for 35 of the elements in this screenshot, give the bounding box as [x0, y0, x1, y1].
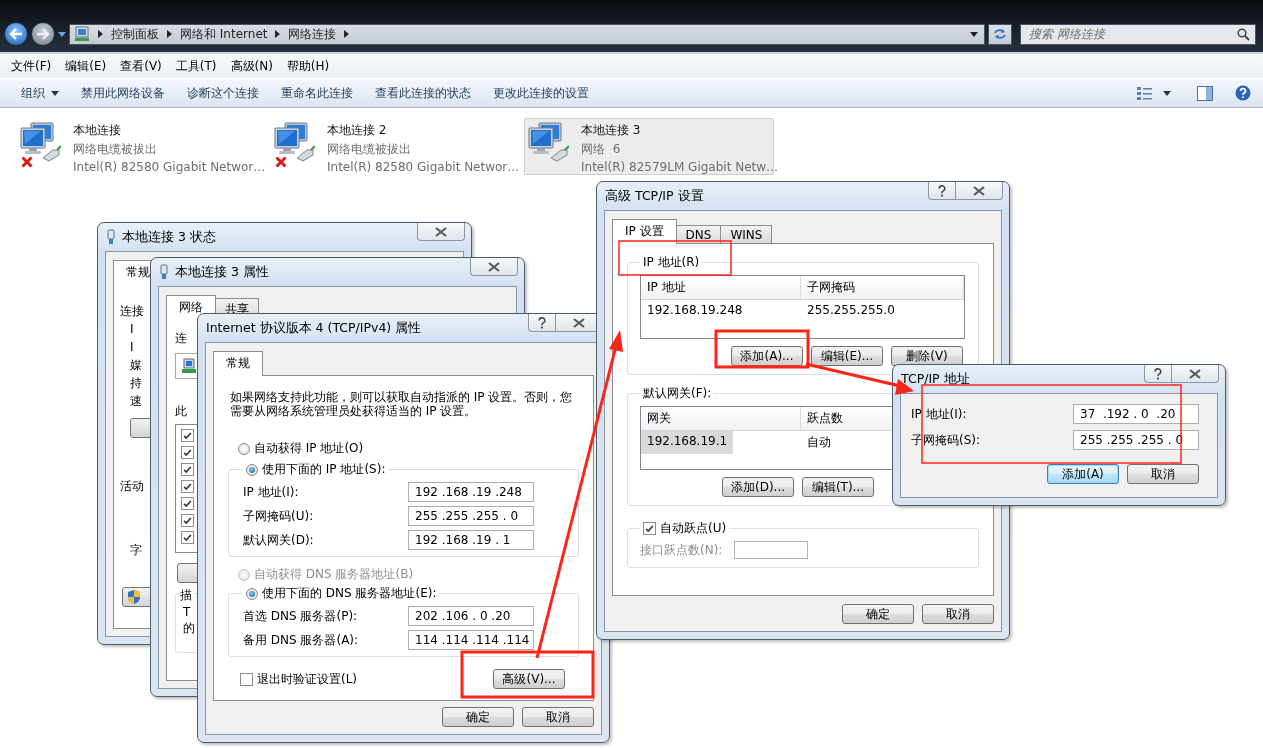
window-title: 高级 TCP/IP 设置 — [605, 187, 704, 205]
section-label: 活动 — [120, 478, 144, 495]
field-label: 首选 DNS 服务器(P): — [243, 607, 358, 625]
connection-status: 网络 6 — [581, 141, 622, 158]
connection-status: 网络电缆被拔出 — [73, 141, 158, 158]
field-label: 媒 — [130, 357, 142, 374]
field-label: 子网掩码(U): — [243, 507, 314, 525]
description-text: 的 — [183, 620, 196, 636]
field-label: 速 — [130, 393, 142, 410]
window-title: Internet 协议版本 4 (TCP/IPv4) 属性 — [206, 319, 422, 337]
group-title: IP 地址(R) — [642, 254, 701, 271]
connection-name: 本地连接 — [73, 122, 122, 139]
field-label: 备用 DNS 服务器(A): — [243, 631, 359, 649]
field-label: I — [130, 339, 134, 356]
description-text: T — [183, 604, 192, 620]
adapter-name: Intel(R) 82580 Gigabit Networ… — [327, 160, 520, 174]
window-title: TCP/IP 地址 — [901, 370, 970, 388]
field-label: 字 — [130, 542, 142, 559]
connection-name: 本地连接 2 — [327, 122, 388, 139]
intro-text: 如果网络支持此功能，则可以获取自动指派的 IP 设置。否则，您需要从网络系统管理员处获得适当的 IP 设置。 — [230, 390, 574, 418]
field-label: 接口跃点数(N): — [640, 541, 723, 559]
connection-name: 本地连接 3 — [581, 122, 642, 139]
group-title: 默认网关(F): — [642, 385, 713, 402]
field-label: 连 — [175, 330, 187, 347]
field-label: 默认网关(D): — [243, 531, 314, 549]
field-label: IP 地址(I): — [243, 483, 299, 501]
window-title: 本地连接 3 状态 — [122, 228, 216, 246]
field-label: I — [130, 321, 134, 338]
connection-status: 网络电缆被拔出 — [327, 141, 412, 158]
field-label: 持 — [130, 375, 142, 392]
field-label: 此 — [175, 403, 187, 420]
window-title: 本地连接 3 属性 — [175, 263, 269, 281]
adapter-name: Intel(R) 82580 Gigabit Networ… — [73, 160, 266, 174]
section-label: 连接 — [120, 303, 144, 320]
group-title: 描 — [180, 587, 194, 604]
